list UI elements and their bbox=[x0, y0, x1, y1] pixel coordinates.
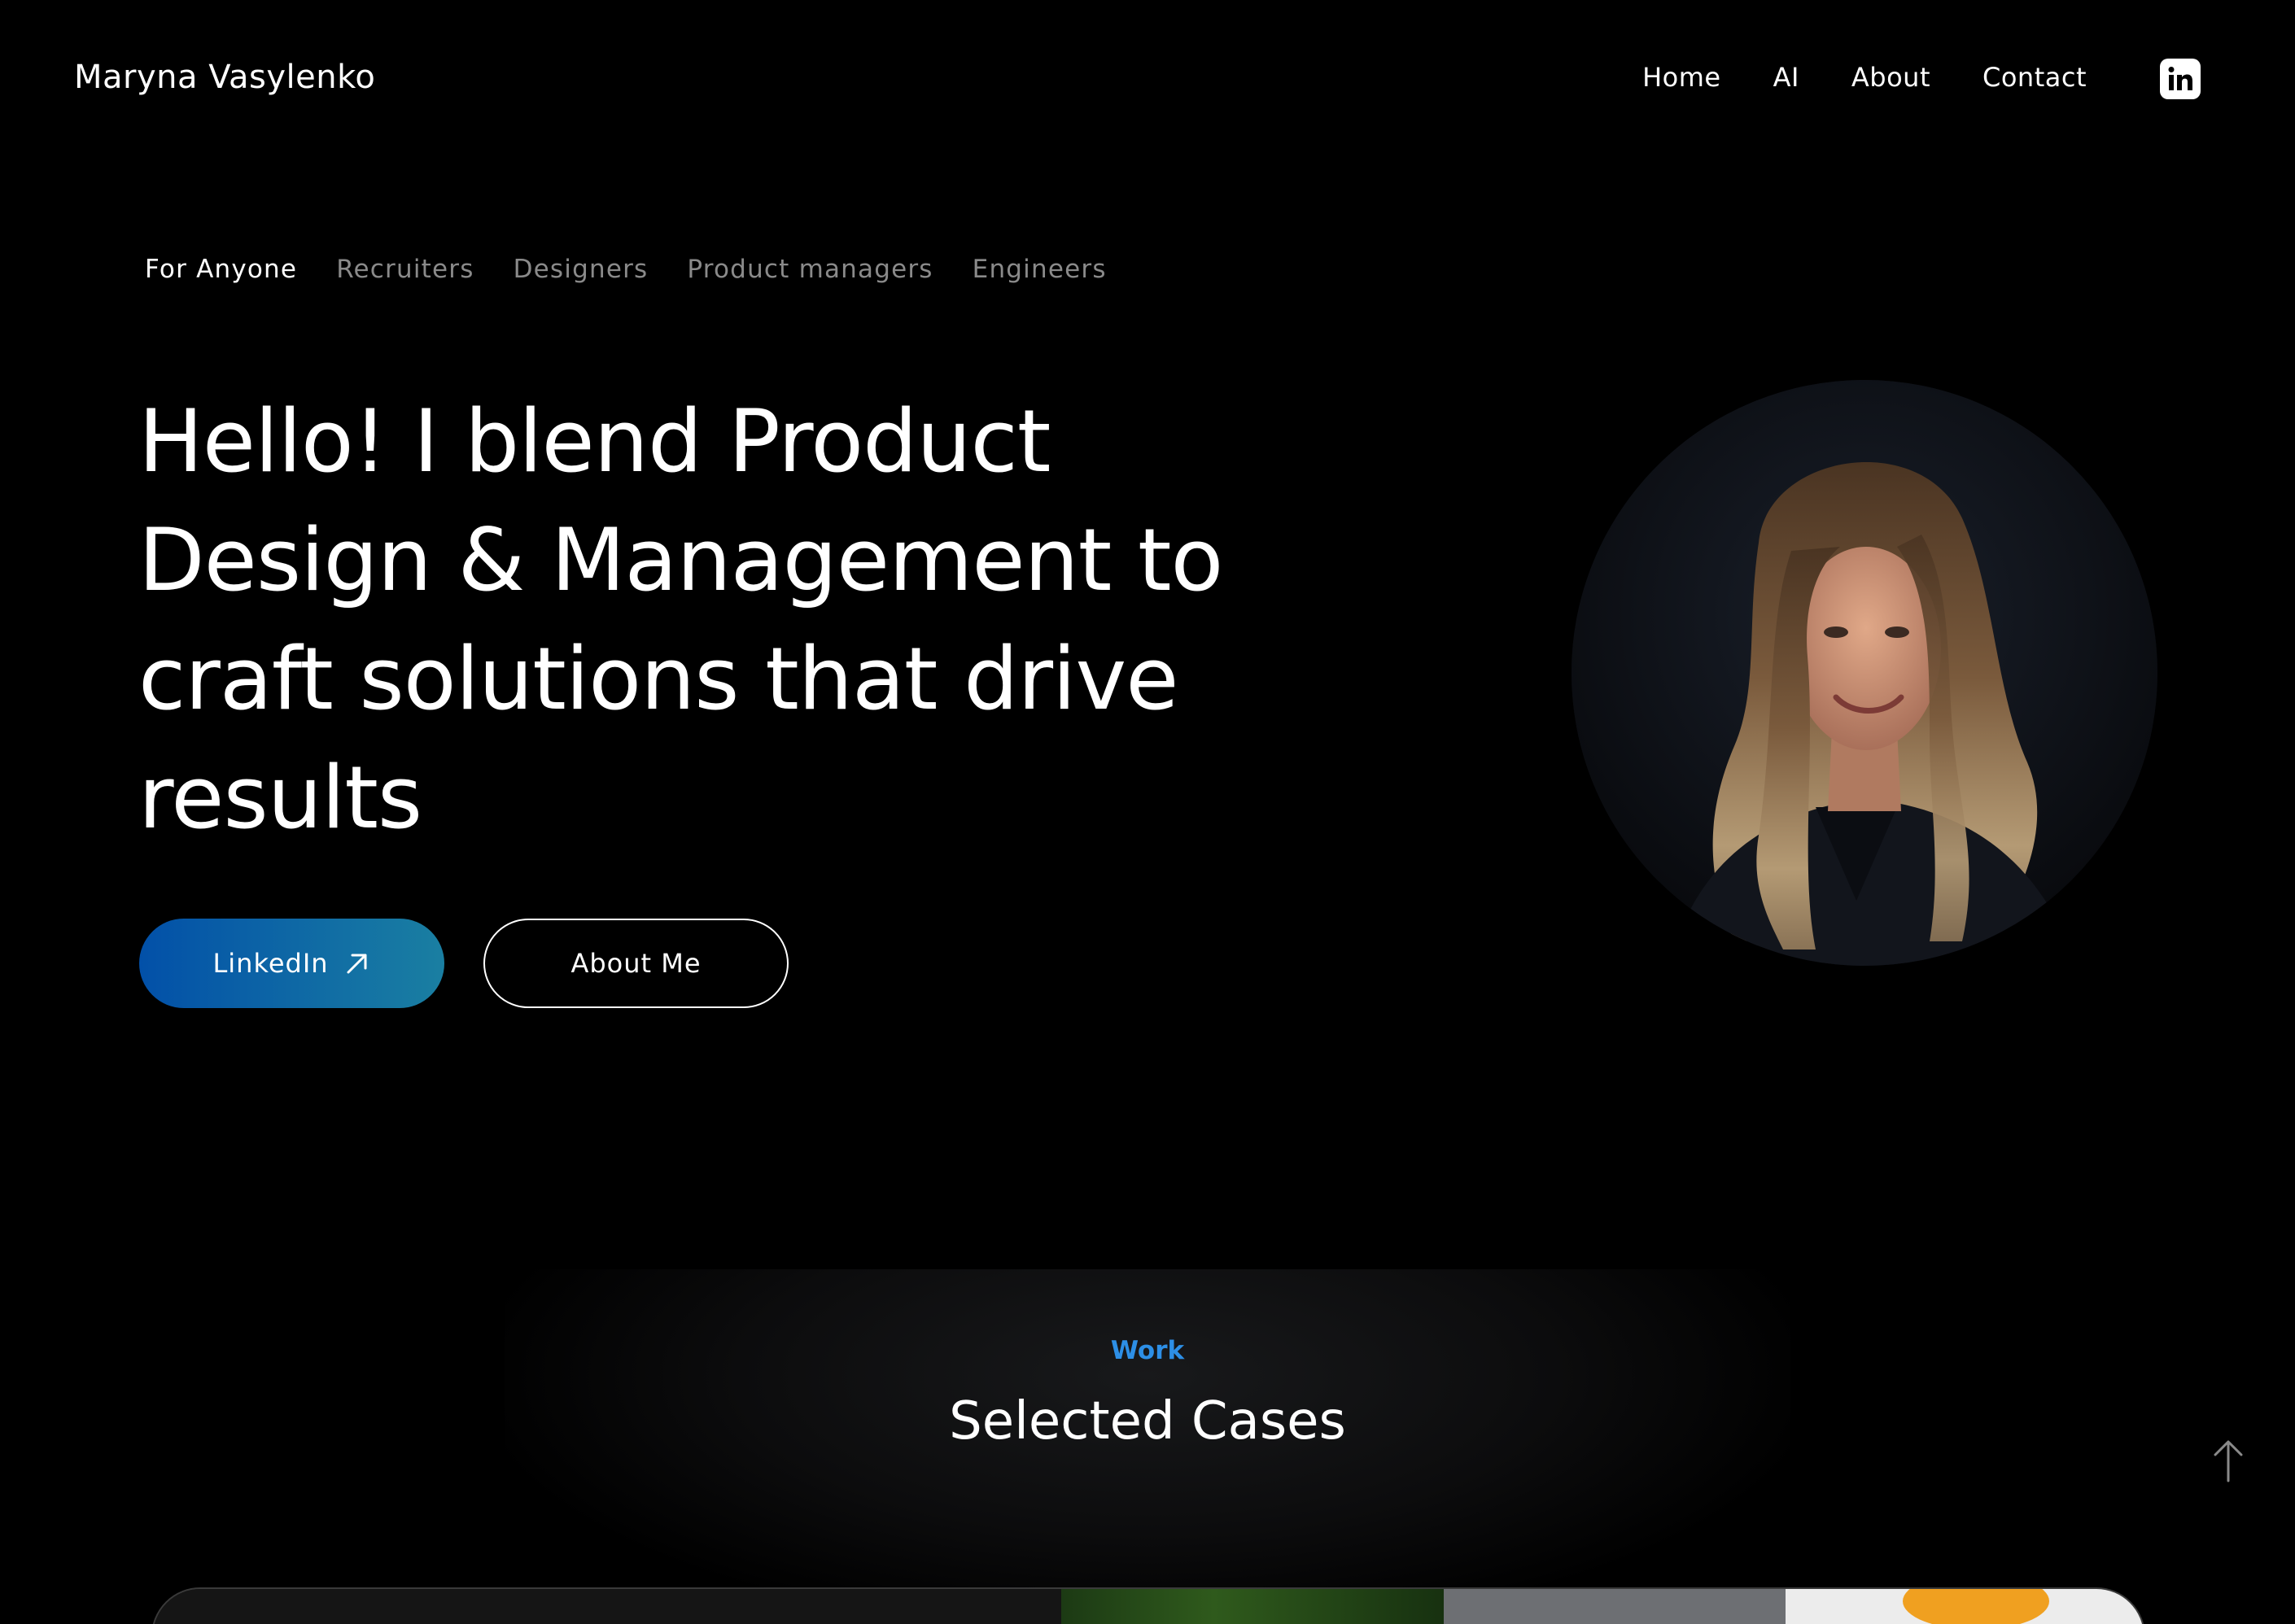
tab-for-anyone[interactable]: For Anyone bbox=[145, 255, 297, 284]
headline-line-2: Design & Management to bbox=[138, 510, 1223, 610]
nav-home[interactable]: Home bbox=[1642, 62, 1721, 93]
about-me-button[interactable]: About Me bbox=[483, 919, 789, 1008]
profile-photo bbox=[1572, 380, 2157, 966]
page: Maryna Vasylenko Home AI About Contact F… bbox=[0, 0, 2295, 1624]
main-nav: Home AI About Contact bbox=[1642, 62, 2087, 93]
case-card-image-orange bbox=[1903, 1589, 2049, 1624]
audience-tabs: For Anyone Recruiters Designers Product … bbox=[145, 255, 1107, 284]
headline-line-1: Hello! I blend Product bbox=[138, 391, 1051, 491]
arrow-up-icon bbox=[2214, 1440, 2243, 1482]
case-card[interactable] bbox=[151, 1587, 2145, 1624]
arrow-up-right-icon bbox=[347, 954, 367, 974]
case-card-panel bbox=[153, 1589, 1061, 1624]
case-card-image-leaves bbox=[1061, 1589, 1444, 1624]
tab-designers[interactable]: Designers bbox=[514, 255, 649, 284]
linkedin-button-label: LinkedIn bbox=[212, 948, 329, 979]
headline-line-3: craft solutions that drive bbox=[138, 629, 1178, 729]
nav-ai[interactable]: AI bbox=[1773, 62, 1799, 93]
tab-engineers[interactable]: Engineers bbox=[973, 255, 1107, 284]
nav-about[interactable]: About bbox=[1851, 62, 1930, 93]
linkedin-button[interactable]: LinkedIn bbox=[139, 919, 444, 1008]
brand-name[interactable]: Maryna Vasylenko bbox=[74, 59, 375, 96]
linkedin-icon bbox=[2168, 67, 2192, 90]
profile-photo-illustration bbox=[1572, 380, 2157, 966]
case-card-image-gray bbox=[1444, 1589, 1786, 1624]
work-eyebrow: Work bbox=[1110, 1336, 1185, 1365]
nav-contact[interactable]: Contact bbox=[1982, 62, 2087, 93]
scroll-to-top-button[interactable] bbox=[2212, 1438, 2245, 1482]
hero-headline: Hello! I blend Product Design & Manageme… bbox=[138, 382, 1294, 858]
tab-product-managers[interactable]: Product managers bbox=[687, 255, 933, 284]
linkedin-header-button[interactable] bbox=[2160, 59, 2201, 99]
work-title: Selected Cases bbox=[949, 1391, 1346, 1452]
headline-line-4: results bbox=[138, 748, 422, 848]
tab-recruiters[interactable]: Recruiters bbox=[336, 255, 474, 284]
